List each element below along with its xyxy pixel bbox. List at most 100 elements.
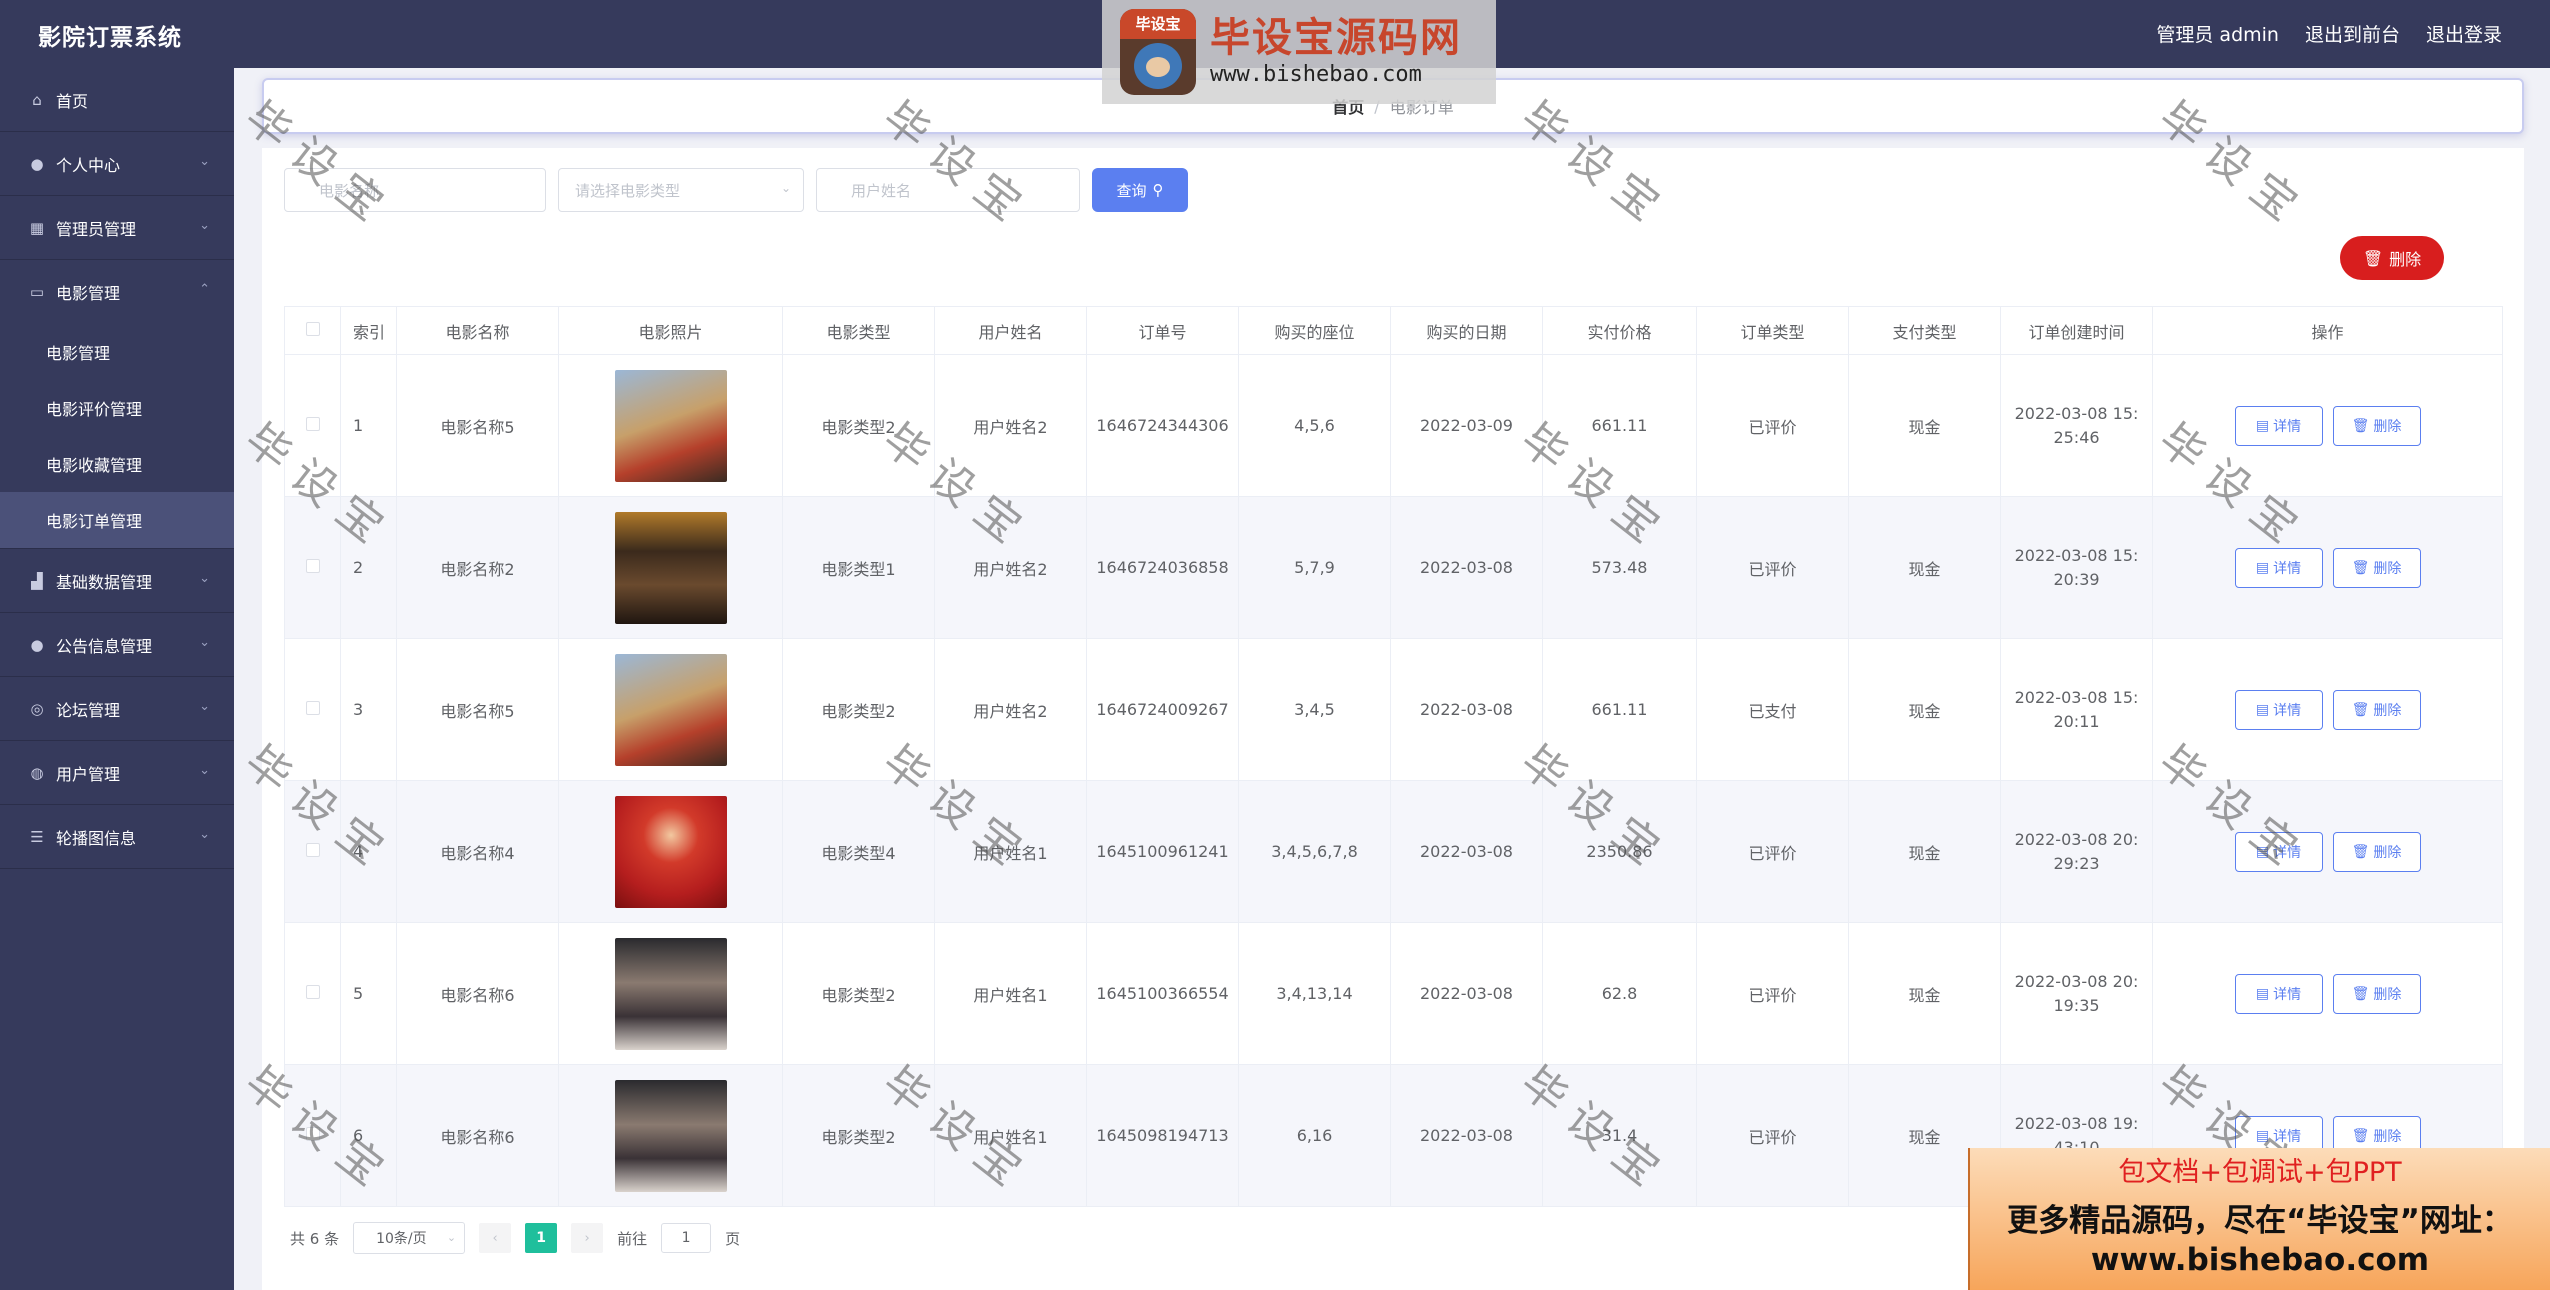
row-checkbox-cell[interactable] (284, 638, 341, 781)
detail-button[interactable]: ▤ 详情 (2234, 405, 2323, 446)
chevron-down-icon: ⌄ (199, 827, 210, 842)
select-all-checkbox-cell[interactable] (284, 306, 341, 355)
page-size-value: 10条/页 (376, 1231, 427, 1247)
cell-price: 661.11 (1542, 354, 1697, 497)
promo-line-3: www.bishebao.com (2090, 1242, 2430, 1278)
row-delete-button[interactable]: 🗑 删除 (2332, 973, 2421, 1014)
detail-button[interactable]: ▤ 详情 (2234, 831, 2323, 872)
cell-order-type: 已评价 (1696, 780, 1849, 923)
user-name-input[interactable]: 用户姓名 (816, 168, 1080, 212)
checkbox[interactable] (305, 843, 320, 857)
checkbox[interactable] (305, 701, 320, 715)
column-header: 购买的座位 (1238, 306, 1391, 355)
query-label: 查询 (1116, 181, 1147, 200)
delete-label: 删除 (2373, 560, 2402, 577)
column-header: 实付价格 (1542, 306, 1697, 355)
cell-purchase-date: 2022-03-08 (1390, 496, 1543, 639)
current-user: 管理员 admin (2156, 24, 2279, 46)
monitor-icon: ▭ (29, 283, 45, 301)
checkbox[interactable] (305, 985, 320, 999)
cell-movie-photo (558, 1064, 783, 1207)
row-checkbox-cell[interactable] (284, 354, 341, 497)
cell-movie-photo (558, 922, 783, 1065)
sidebar-item-carousel[interactable]: ☰ 轮播图信息 ⌄ (0, 805, 234, 869)
chevron-up-icon: ⌃ (199, 282, 210, 297)
row-delete-button[interactable]: 🗑 删除 (2332, 547, 2421, 588)
cell-order-type: 已评价 (1696, 354, 1849, 497)
sidebar-item-notice[interactable]: ● 公告信息管理 ⌄ (0, 613, 234, 677)
cell-order-type: 已评价 (1696, 496, 1849, 639)
logo-title: 毕设宝源码网 (1210, 15, 1462, 61)
table-row: 3 电影名称5 电影类型2 用户姓名2 1646724009267 3,4,5 2022-0… (284, 638, 2503, 781)
page-number-current[interactable]: 1 (525, 1223, 558, 1253)
row-delete-button[interactable]: 🗑 删除 (2332, 689, 2421, 730)
cell-pay-type: 现金 (1848, 638, 2001, 781)
delete-label: 删除 (2373, 418, 2402, 435)
cell-movie-name: 电影名称5 (396, 354, 559, 497)
sidebar-item-movies[interactable]: ▭ 电影管理 ⌃ (0, 260, 234, 324)
trash-icon: 🗑 (2351, 1127, 2370, 1144)
cell-price: 31.4 (1542, 1064, 1697, 1207)
chevron-down-icon: ⌄ (199, 571, 210, 586)
site-logo-watermark: 毕设宝 毕设宝源码网 www.bishebao.com (1102, 0, 1496, 104)
checkbox[interactable] (305, 417, 320, 431)
column-header: 购买的日期 (1390, 306, 1543, 355)
promo-line-1: 包文档+包调试+包PPT (2118, 1157, 2402, 1188)
sidebar-item-home[interactable]: ⌂ 首页 (0, 68, 234, 132)
movie-poster-image (614, 653, 727, 766)
trash-icon: 🗑 (2351, 559, 2370, 576)
chevron-down-icon: ⌄ (199, 218, 210, 233)
checkbox[interactable] (305, 322, 320, 336)
detail-label: 详情 (2273, 1128, 2302, 1145)
page-size-select[interactable]: 10条/页 ⌄ (353, 1222, 466, 1254)
prev-page-button[interactable]: ‹ (479, 1223, 512, 1253)
cell-pay-type: 现金 (1848, 780, 2001, 923)
promo-line-2: 更多精品源码，尽在“毕设宝”网址： (2007, 1203, 2513, 1239)
detail-button[interactable]: ▤ 详情 (2234, 973, 2323, 1014)
cell-seats: 3,4,5 (1238, 638, 1391, 781)
next-page-button[interactable]: › (571, 1223, 604, 1253)
chevron-down-icon: ⌄ (780, 181, 791, 195)
table-row: 4 电影名称4 电影类型4 用户姓名1 1645100961241 3,4,5,6,7,8… (284, 780, 2503, 923)
batch-delete-button[interactable]: 🗑 删除 (2340, 236, 2444, 280)
logo-url: www.bishebao.com (1210, 62, 1422, 87)
sidebar-item-label: 公告信息管理 (56, 636, 153, 656)
row-checkbox-cell[interactable] (284, 1064, 341, 1207)
sidebar-item-users[interactable]: ◍ 用户管理 ⌄ (0, 741, 234, 805)
sidebar-item-label: 电影管理 (56, 284, 121, 303)
row-delete-button[interactable]: 🗑 删除 (2332, 831, 2421, 872)
movie-poster-image (614, 1079, 727, 1192)
sidebar-item-basic-data[interactable]: ▟ 基础数据管理 ⌄ (0, 549, 234, 613)
cell-purchase-date: 2022-03-08 (1390, 1064, 1543, 1207)
row-checkbox-cell[interactable] (284, 922, 341, 1065)
sidebar-item-profile[interactable]: ● 个人中心 ⌄ (0, 132, 234, 196)
sidebar-item-label: 轮播图信息 (56, 828, 137, 848)
detail-button[interactable]: ▤ 详情 (2234, 547, 2323, 588)
sidebar-item-forum[interactable]: ◎ 论坛管理 ⌄ (0, 677, 234, 741)
cell-movie-name: 电影名称6 (396, 1064, 559, 1207)
goto-page-input[interactable]: 1 (661, 1223, 712, 1253)
row-delete-button[interactable]: 🗑 删除 (2332, 405, 2421, 446)
movie-type-select[interactable]: 请选择电影类型 ⌄ (558, 168, 804, 212)
goto-label: 前往 (617, 1229, 648, 1248)
sidebar-item-admin[interactable]: ▦ 管理员管理 ⌄ (0, 196, 234, 260)
detail-button[interactable]: ▤ 详情 (2234, 689, 2323, 730)
row-checkbox-cell[interactable] (284, 496, 341, 639)
main-panel: 电影名称 请选择电影类型 ⌄ 用户姓名 查询 ⚲ 🗑 删除 索引 电影名称 电影… (262, 148, 2524, 1290)
sidebar-sub-movie-favorite[interactable]: 电影收藏管理 (0, 436, 234, 492)
query-button[interactable]: 查询 ⚲ (1092, 168, 1188, 212)
checkbox[interactable] (305, 559, 320, 573)
row-checkbox-cell[interactable] (284, 780, 341, 923)
checkbox[interactable] (305, 1127, 320, 1141)
compass-icon: ◎ (30, 699, 44, 718)
back-to-front-link[interactable]: 退出到前台 (2305, 20, 2400, 47)
sidebar-sub-movie-manage[interactable]: 电影管理 (0, 324, 234, 380)
delete-label: 删除 (2373, 986, 2402, 1003)
sidebar-sub-movie-review[interactable]: 电影评价管理 (0, 380, 234, 436)
movie-name-input[interactable]: 电影名称 (284, 168, 546, 212)
cell-create-time: 2022-03-08 20:19:35 (2000, 922, 2153, 1065)
sidebar-sub-movie-order[interactable]: 电影订单管理 (0, 492, 234, 548)
logout-link[interactable]: 退出登录 (2426, 20, 2502, 47)
logo-badge-icon: 毕设宝 (1120, 9, 1196, 95)
movie-poster-image (614, 369, 727, 482)
